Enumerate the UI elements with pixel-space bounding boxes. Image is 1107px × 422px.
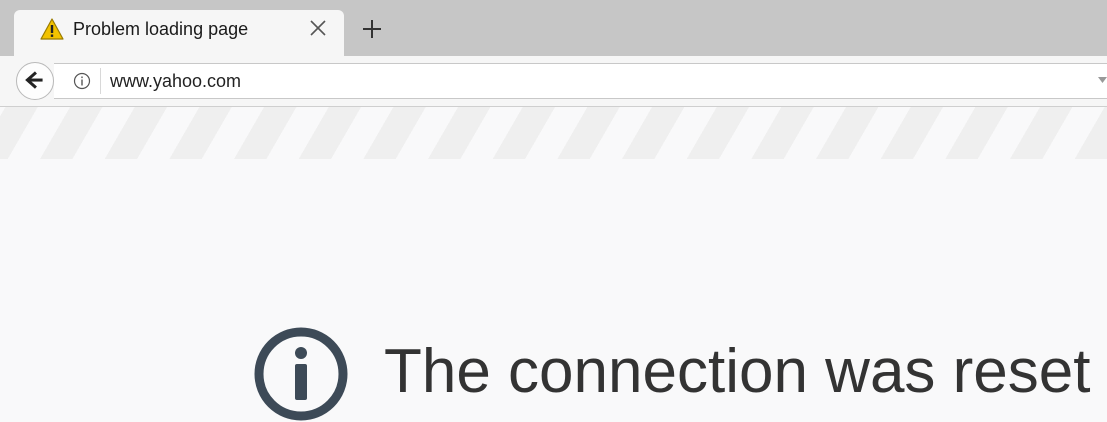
info-circle-icon xyxy=(254,327,348,421)
info-icon[interactable] xyxy=(73,72,91,90)
chevron-down-icon[interactable] xyxy=(1098,75,1107,85)
error-stripes-banner xyxy=(0,107,1107,159)
url-text[interactable]: www.yahoo.com xyxy=(110,71,241,92)
close-icon[interactable] xyxy=(307,17,329,39)
error-title: The connection was reset xyxy=(384,337,1091,406)
tab-title: Problem loading page xyxy=(73,19,249,39)
warning-icon xyxy=(40,18,64,40)
url-separator xyxy=(100,68,101,94)
new-tab-button[interactable] xyxy=(360,17,384,41)
back-arrow-icon xyxy=(25,71,43,89)
back-button[interactable] xyxy=(16,62,54,100)
